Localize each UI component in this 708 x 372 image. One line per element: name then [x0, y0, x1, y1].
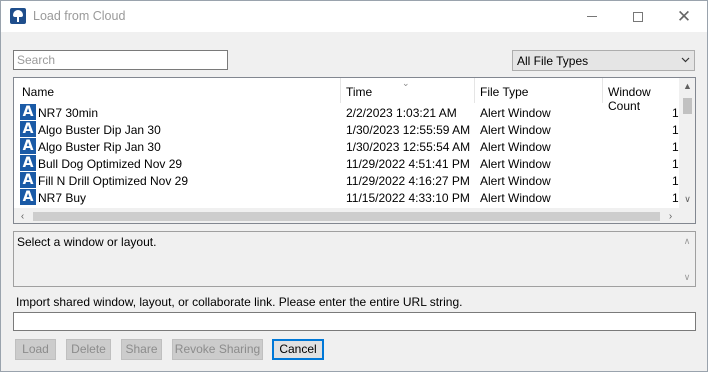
minimize-icon	[587, 16, 597, 17]
vertical-scrollbar[interactable]: ▲ ∨	[679, 78, 695, 208]
file-list[interactable]: Name ⌄ Time File Type Window Count A NR7 …	[13, 77, 696, 224]
maximize-button[interactable]	[615, 1, 661, 32]
title-bar: Load from Cloud ✕	[1, 1, 707, 32]
sort-descending-icon: ⌄	[402, 78, 410, 88]
row-file-type: Alert Window	[480, 157, 551, 171]
row-time: 11/29/2022 4:51:41 PM	[346, 157, 470, 171]
close-icon: ✕	[676, 7, 692, 26]
table-row[interactable]: A Algo Buster Rip Jan 30 1/30/2023 12:55:5…	[14, 138, 679, 155]
list-header: Name ⌄ Time File Type Window Count	[14, 78, 679, 113]
table-row[interactable]: A NR7 Buy 11/15/2022 4:33:10 PM Alert Windo…	[14, 189, 679, 206]
column-header-name[interactable]: Name	[22, 85, 54, 99]
scroll-down-icon[interactable]: ∨	[679, 191, 695, 208]
minimize-button[interactable]	[569, 1, 615, 32]
file-type-selected: All File Types	[517, 54, 589, 68]
row-window-count: 1	[672, 191, 679, 205]
load-from-cloud-dialog: Load from Cloud ✕ All File Types Name ⌄ …	[0, 0, 708, 372]
import-url-input[interactable]	[13, 312, 696, 331]
row-time: 2/2/2023 1:03:21 AM	[346, 106, 457, 120]
search-input[interactable]	[13, 50, 228, 70]
status-message-box: Select a window or layout. ∧ ∨	[13, 231, 696, 287]
cloud-app-icon	[10, 8, 26, 24]
row-name: Fill N Drill Optimized Nov 29	[38, 174, 189, 188]
column-header-file-type[interactable]: File Type	[480, 85, 528, 99]
cancel-button[interactable]: Cancel	[272, 339, 324, 360]
row-name: Algo Buster Rip Jan 30	[38, 140, 161, 154]
row-file-type: Alert Window	[480, 140, 551, 154]
alert-window-icon: A	[20, 138, 36, 154]
alert-window-icon: A	[20, 189, 36, 205]
row-window-count: 1	[672, 106, 679, 120]
row-file-type: Alert Window	[480, 191, 551, 205]
row-time: 1/30/2023 12:55:54 AM	[346, 140, 471, 154]
maximize-icon	[633, 11, 643, 22]
window-title: Load from Cloud	[33, 9, 126, 23]
row-window-count: 1	[672, 123, 679, 137]
scroll-up-icon[interactable]: ▲	[679, 78, 695, 95]
column-divider[interactable]	[474, 78, 475, 103]
row-name: Algo Buster Dip Jan 30	[38, 123, 161, 137]
vertical-scroll-thumb[interactable]	[683, 98, 692, 114]
row-file-type: Alert Window	[480, 106, 551, 120]
row-file-type: Alert Window	[480, 123, 551, 137]
scroll-up-icon[interactable]: ∧	[680, 234, 694, 248]
alert-window-icon: A	[20, 121, 36, 137]
table-row[interactable]: A NR7 30min 2/2/2023 1:03:21 AM Alert Windo…	[14, 104, 679, 121]
table-row[interactable]: A Fill N Drill Optimized Nov 29 11/29/2022…	[14, 172, 679, 189]
delete-button[interactable]: Delete	[66, 339, 111, 360]
row-window-count: 1	[672, 140, 679, 154]
row-time: 11/29/2022 4:16:27 PM	[346, 174, 470, 188]
status-message: Select a window or layout.	[17, 235, 157, 249]
import-label: Import shared window, layout, or collabo…	[16, 295, 463, 309]
column-divider[interactable]	[340, 78, 341, 103]
horizontal-scrollbar[interactable]: ‹ ›	[14, 208, 679, 223]
load-button[interactable]: Load	[15, 339, 56, 360]
row-name: NR7 Buy	[38, 191, 87, 205]
alert-window-icon: A	[20, 155, 36, 171]
row-name: NR7 30min	[38, 106, 99, 120]
share-button[interactable]: Share	[121, 339, 162, 360]
scrollbar-corner	[679, 208, 695, 223]
close-button[interactable]: ✕	[661, 1, 707, 32]
revoke-sharing-button[interactable]: Revoke Sharing	[172, 339, 263, 360]
row-time: 1/30/2023 12:55:59 AM	[346, 123, 471, 137]
column-divider[interactable]	[602, 78, 603, 103]
row-window-count: 1	[672, 174, 679, 188]
row-time: 11/15/2022 4:33:10 PM	[346, 191, 470, 205]
alert-window-icon: A	[20, 104, 36, 120]
file-type-select[interactable]: All File Types	[512, 50, 695, 71]
column-header-time[interactable]: Time	[346, 85, 372, 99]
chevron-down-icon	[681, 57, 690, 63]
alert-window-icon: A	[20, 172, 36, 188]
table-row[interactable]: A Bull Dog Optimized Nov 29 11/29/2022 4:5…	[14, 155, 679, 172]
row-file-type: Alert Window	[480, 174, 551, 188]
horizontal-scroll-thumb[interactable]	[33, 212, 660, 221]
scroll-down-icon[interactable]: ∨	[680, 270, 694, 284]
scroll-right-icon[interactable]: ›	[662, 208, 679, 223]
scroll-left-icon[interactable]: ‹	[14, 208, 31, 223]
row-window-count: 1	[672, 157, 679, 171]
table-row[interactable]: A Algo Buster Dip Jan 30 1/30/2023 12:55:5…	[14, 121, 679, 138]
row-name: Bull Dog Optimized Nov 29	[38, 157, 183, 171]
